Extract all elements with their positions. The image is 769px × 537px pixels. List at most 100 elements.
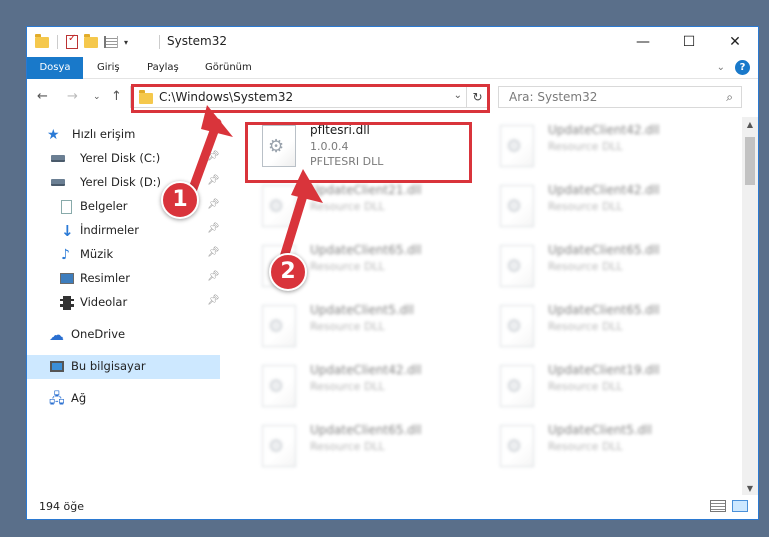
file-item[interactable]: UpdateClient19.dll Resource DLL [480,359,710,415]
file-item[interactable]: UpdateClient42.dll Resource DLL [242,359,472,415]
downloads-icon: ↓ [61,222,74,240]
help-icon[interactable]: ? [735,60,750,75]
file-item[interactable]: UpdateClient5.dll Resource DLL [480,419,710,475]
scroll-up-icon[interactable]: ▲ [742,117,758,133]
window-controls: — ☐ ✕ [620,27,758,57]
dll-file-icon [262,425,296,467]
file-description: Resource DLL [548,140,623,153]
new-folder-icon[interactable] [84,33,98,48]
file-item[interactable]: UpdateClient5.dll Resource DLL [242,299,472,355]
search-icon: ⌕ [726,90,733,104]
documents-icon [61,200,72,214]
file-description: Resource DLL [548,200,623,213]
tab-gorunum[interactable]: Görünüm [195,57,262,79]
scrollbar-thumb[interactable] [745,137,755,185]
step-badge-2: 2 [269,253,307,291]
folder-icon [35,33,49,48]
dll-file-icon [262,305,296,347]
videos-icon [60,296,74,310]
recent-locations-chevron-icon[interactable]: ⌄ [93,92,101,102]
ribbon-right-controls: ⌄ ? [717,60,750,75]
sidebar-item-label: Resimler [80,271,130,285]
item-count: 194 öğe [39,500,84,513]
tab-paylas[interactable]: Paylaş [137,57,189,79]
properties-icon[interactable] [66,33,78,49]
pin-icon[interactable]: 📌︎ [207,223,220,234]
forward-arrow-icon[interactable]: → [67,89,78,104]
sidebar-item-label: Hızlı erişim [72,127,136,141]
ribbon-tabs: Dosya Giriş Paylaş Görünüm ⌄ ? [27,57,758,79]
file-item[interactable]: UpdateClient65.dll Resource DLL [480,299,710,355]
title-bar: ▾ System32 — ☐ ✕ [27,27,758,57]
status-bar: 194 öğe [27,495,758,519]
sidebar-item-label: Videolar [80,295,128,309]
tab-dosya[interactable]: Dosya [27,57,83,79]
window-title: System32 [167,34,228,48]
title-separator [159,35,160,49]
sidebar-item-onedrive[interactable]: ☁ OneDrive [27,323,220,347]
dll-file-icon [500,365,534,407]
sidebar-item-videos[interactable]: Videolar 📌︎ [27,291,220,315]
file-name: UpdateClient65.dll [310,423,422,437]
sidebar-item-label: Yerel Disk (D:) [80,175,162,189]
tiles-view-icon[interactable] [732,500,748,512]
file-description: Resource DLL [310,440,385,453]
expand-ribbon-chevron-icon[interactable]: ⌄ [717,62,725,73]
dll-file-icon [500,425,534,467]
dll-file-icon [262,365,296,407]
customize-toolbar-dropdown-icon[interactable]: ▾ [124,38,128,47]
sidebar-item-this-pc[interactable]: Bu bilgisayar [27,355,220,379]
sidebar-item-downloads[interactable]: ↓ İndirmeler 📌︎ [27,219,220,243]
sidebar-item-network[interactable]: 🖧︎ Ağ [27,387,220,411]
sidebar-item-label: Ağ [71,391,87,405]
sidebar-item-label: Belgeler [80,199,128,213]
disk-icon [51,155,65,162]
maximize-button[interactable]: ☐ [666,27,712,57]
network-icon: 🖧︎ [49,391,65,407]
star-icon: ★ [47,127,60,143]
quick-access-toolbar: ▾ [35,33,128,50]
file-description: Resource DLL [310,320,385,333]
dll-file-icon [500,185,534,227]
pin-icon[interactable]: 📌︎ [207,271,220,282]
sidebar-item-label: Müzik [80,247,114,261]
file-name: UpdateClient19.dll [548,363,660,377]
tab-giris[interactable]: Giriş [87,57,130,79]
pin-icon[interactable]: 📌︎ [207,295,220,306]
back-arrow-icon[interactable]: ← [37,89,48,104]
toolbar-separator [57,35,58,49]
up-arrow-icon[interactable]: ↑ [111,89,122,104]
file-item[interactable]: UpdateClient42.dll Resource DLL [480,179,710,235]
file-item[interactable]: UpdateClient65.dll Resource DLL [242,419,472,475]
details-view-icon[interactable] [710,500,726,512]
file-name: UpdateClient5.dll [548,423,652,437]
vertical-scrollbar[interactable]: ▲ ▼ [742,117,758,497]
file-name: UpdateClient5.dll [310,303,414,317]
search-placeholder: Ara: System32 [509,90,598,104]
file-name: UpdateClient65.dll [548,303,660,317]
file-description: Resource DLL [548,380,623,393]
file-description: Resource DLL [548,260,623,273]
sidebar-item-label: OneDrive [71,327,126,341]
file-item[interactable]: UpdateClient65.dll Resource DLL [480,239,710,295]
dll-file-icon [500,305,534,347]
pin-icon[interactable]: 📌︎ [207,247,220,258]
onedrive-icon: ☁ [49,326,64,344]
sidebar-item-label: Bu bilgisayar [71,359,146,373]
file-description: Resource DLL [548,320,623,333]
sidebar-item-label: İndirmeler [80,223,139,237]
minimize-button[interactable]: — [620,27,666,57]
file-description: Resource DLL [548,440,623,453]
music-icon: ♪ [61,247,70,263]
sidebar-item-music[interactable]: ♪ Müzik 📌︎ [27,243,220,267]
search-input[interactable]: Ara: System32 ⌕ [498,86,742,108]
file-item[interactable]: UpdateClient42.dll Resource DLL [480,119,710,175]
view-options-icon[interactable] [104,36,118,48]
file-name: UpdateClient42.dll [548,183,660,197]
file-name: UpdateClient42.dll [548,123,660,137]
pictures-icon [60,273,74,284]
close-button[interactable]: ✕ [712,27,758,57]
sidebar-item-pictures[interactable]: Resimler 📌︎ [27,267,220,291]
this-pc-icon [50,361,64,372]
sidebar-item-label: Yerel Disk (C:) [80,151,161,165]
